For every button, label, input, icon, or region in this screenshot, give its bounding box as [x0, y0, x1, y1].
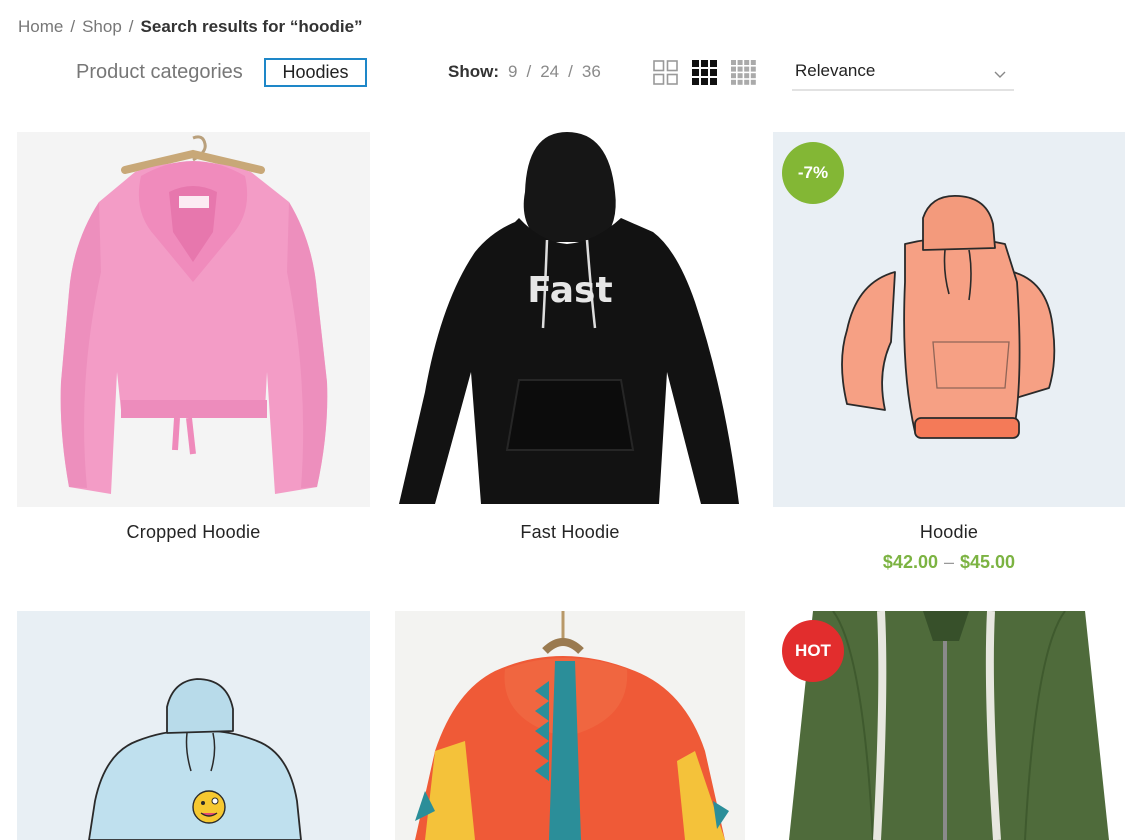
breadcrumb-home-link[interactable]: Home — [18, 17, 63, 37]
breadcrumb-separator: / — [70, 17, 76, 36]
breadcrumb-separator: / — [128, 17, 134, 36]
product-image[interactable] — [395, 611, 745, 840]
per-page-option-24[interactable]: 24 — [540, 62, 559, 82]
price-to: $45.00 — [960, 552, 1016, 572]
breadcrumb-current: Search results for “hoodie” — [140, 17, 363, 36]
product-card — [17, 611, 370, 840]
active-category-chip[interactable]: Hoodies — [264, 58, 367, 87]
breadcrumb: Home / Shop / Search results for “hoodie… — [18, 17, 363, 37]
per-page-option-9[interactable]: 9 — [508, 62, 517, 82]
breadcrumb-shop-link[interactable]: Shop — [82, 17, 122, 37]
product-title[interactable]: Cropped Hoodie — [17, 522, 370, 543]
per-page-separator: / — [568, 62, 573, 81]
price-from: $42.00 — [882, 552, 938, 572]
product-card: Fast Fast Hoodie — [395, 132, 745, 562]
product-image-fast-hoodie[interactable]: Fast — [395, 132, 745, 507]
sort-select[interactable]: Relevance — [792, 56, 1014, 91]
product-title[interactable]: Hoodie — [773, 522, 1125, 543]
product-price: $42.00– $45.00 — [773, 552, 1125, 573]
sort-selected-value: Relevance — [795, 61, 876, 80]
sale-badge: -7% — [782, 142, 844, 204]
price-separator: – — [943, 552, 954, 572]
grid-2-icon[interactable] — [653, 60, 678, 85]
per-page-selector: Show: 9 / 24 / 36 — [448, 62, 601, 82]
product-image[interactable] — [17, 611, 370, 840]
chevron-down-icon — [994, 66, 1006, 84]
product-card — [395, 611, 745, 840]
grid-4-icon[interactable] — [731, 60, 756, 85]
product-card: Cropped Hoodie — [17, 132, 370, 562]
print-text: Fast — [527, 270, 612, 311]
per-page-option-36[interactable]: 36 — [582, 62, 601, 82]
per-page-label: Show: — [448, 62, 500, 81]
grid-3-icon[interactable] — [692, 60, 717, 85]
product-categories-toggle[interactable]: Product categories — [76, 61, 243, 84]
product-card: HOT — [773, 611, 1125, 840]
product-image-cropped-hoodie[interactable] — [17, 132, 370, 507]
hot-badge: HOT — [782, 620, 844, 682]
product-card: -7% Hoodie $42.00– $45.00 — [773, 132, 1125, 577]
product-title[interactable]: Fast Hoodie — [395, 522, 745, 543]
per-page-separator: / — [526, 62, 532, 81]
